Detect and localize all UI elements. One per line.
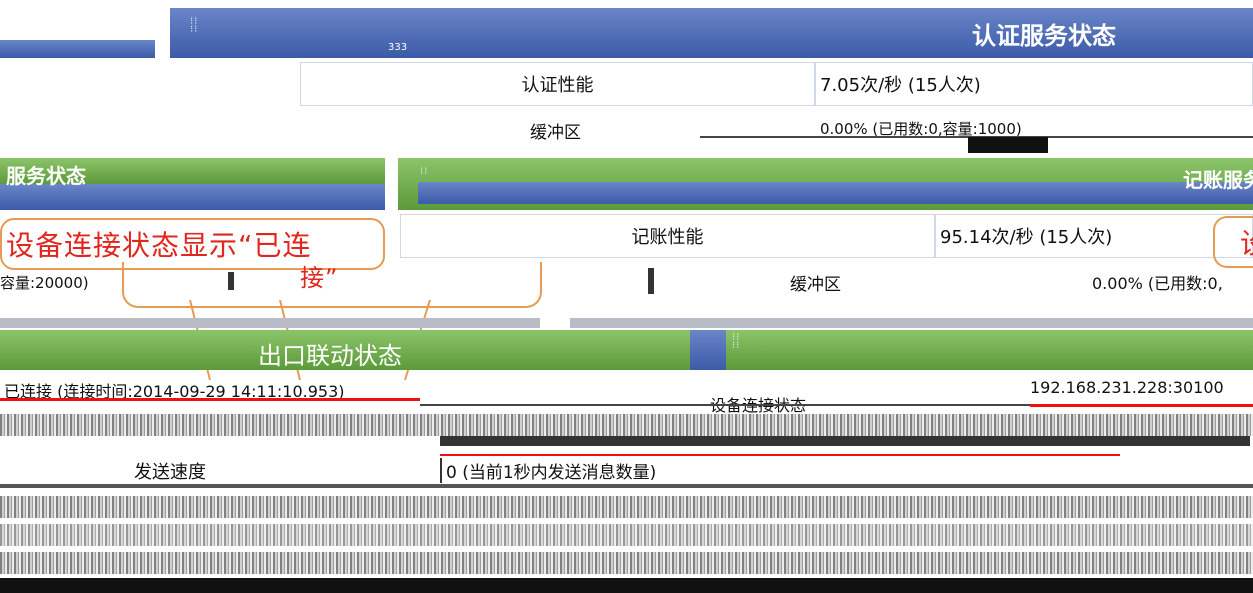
auth-header-tag: 333	[388, 42, 408, 53]
separator-mark	[648, 268, 654, 294]
auth-perf-blank	[0, 62, 300, 106]
accounting-buffer-value: 0.00% (已用数:0,	[1092, 274, 1223, 293]
left-capacity-text: 容量:20000)	[0, 274, 89, 292]
callout-text-line2: 接”	[300, 264, 339, 292]
red-underline	[0, 398, 420, 401]
garbled-area	[0, 496, 1253, 518]
bottom-bar	[0, 578, 1253, 593]
export-side-block	[690, 330, 726, 370]
callout-text-right: 设	[1240, 222, 1253, 262]
grip-icon: ⁝⁝ ⁝⁝	[732, 332, 741, 351]
accounting-header-subbar	[418, 182, 1253, 204]
garbled-area	[0, 552, 1253, 574]
connection-address: 192.168.231.228:30100	[1030, 378, 1224, 397]
auth-perf-label: 认证性能	[300, 62, 815, 106]
accounting-buffer-label: 缓冲区	[790, 275, 841, 295]
send-speed-value: 0 (当前1秒内发送消息数量)	[440, 458, 656, 483]
auth-perf-value: 7.05次/秒 (15人次)	[815, 62, 1253, 106]
red-underline	[1030, 404, 1253, 407]
auth-buffer-label: 缓冲区	[530, 123, 581, 143]
red-underline	[440, 454, 1120, 456]
accounting-perf-value: 95.14次/秒 (15人次)	[935, 214, 1253, 258]
auth-header-title: 认证服务状态	[972, 22, 1116, 50]
accounting-header-title: 记账服务状态	[1183, 168, 1253, 192]
grip-icon: ⁝⁝ ⁝⁝	[190, 16, 199, 35]
send-speed-label: 发送速度	[134, 462, 206, 483]
gray-divider	[0, 318, 1253, 328]
export-header-title: 出口联动状态	[258, 342, 402, 370]
left-header-bar-fragment	[0, 40, 155, 58]
divider	[420, 404, 1030, 406]
divider	[0, 484, 1253, 488]
service-status-title: 服务状态	[6, 164, 86, 188]
accounting-perf-label: 记账性能	[400, 214, 935, 258]
grip-icon: ⁝⁝	[420, 166, 429, 177]
auth-buffer-block	[968, 137, 1048, 153]
dark-band	[440, 436, 1250, 446]
export-header-right	[726, 330, 1253, 370]
garbled-area	[0, 524, 1253, 546]
callout-text-line1: 设备连接状态显示“已连	[6, 229, 312, 262]
garbled-row	[0, 414, 1253, 436]
